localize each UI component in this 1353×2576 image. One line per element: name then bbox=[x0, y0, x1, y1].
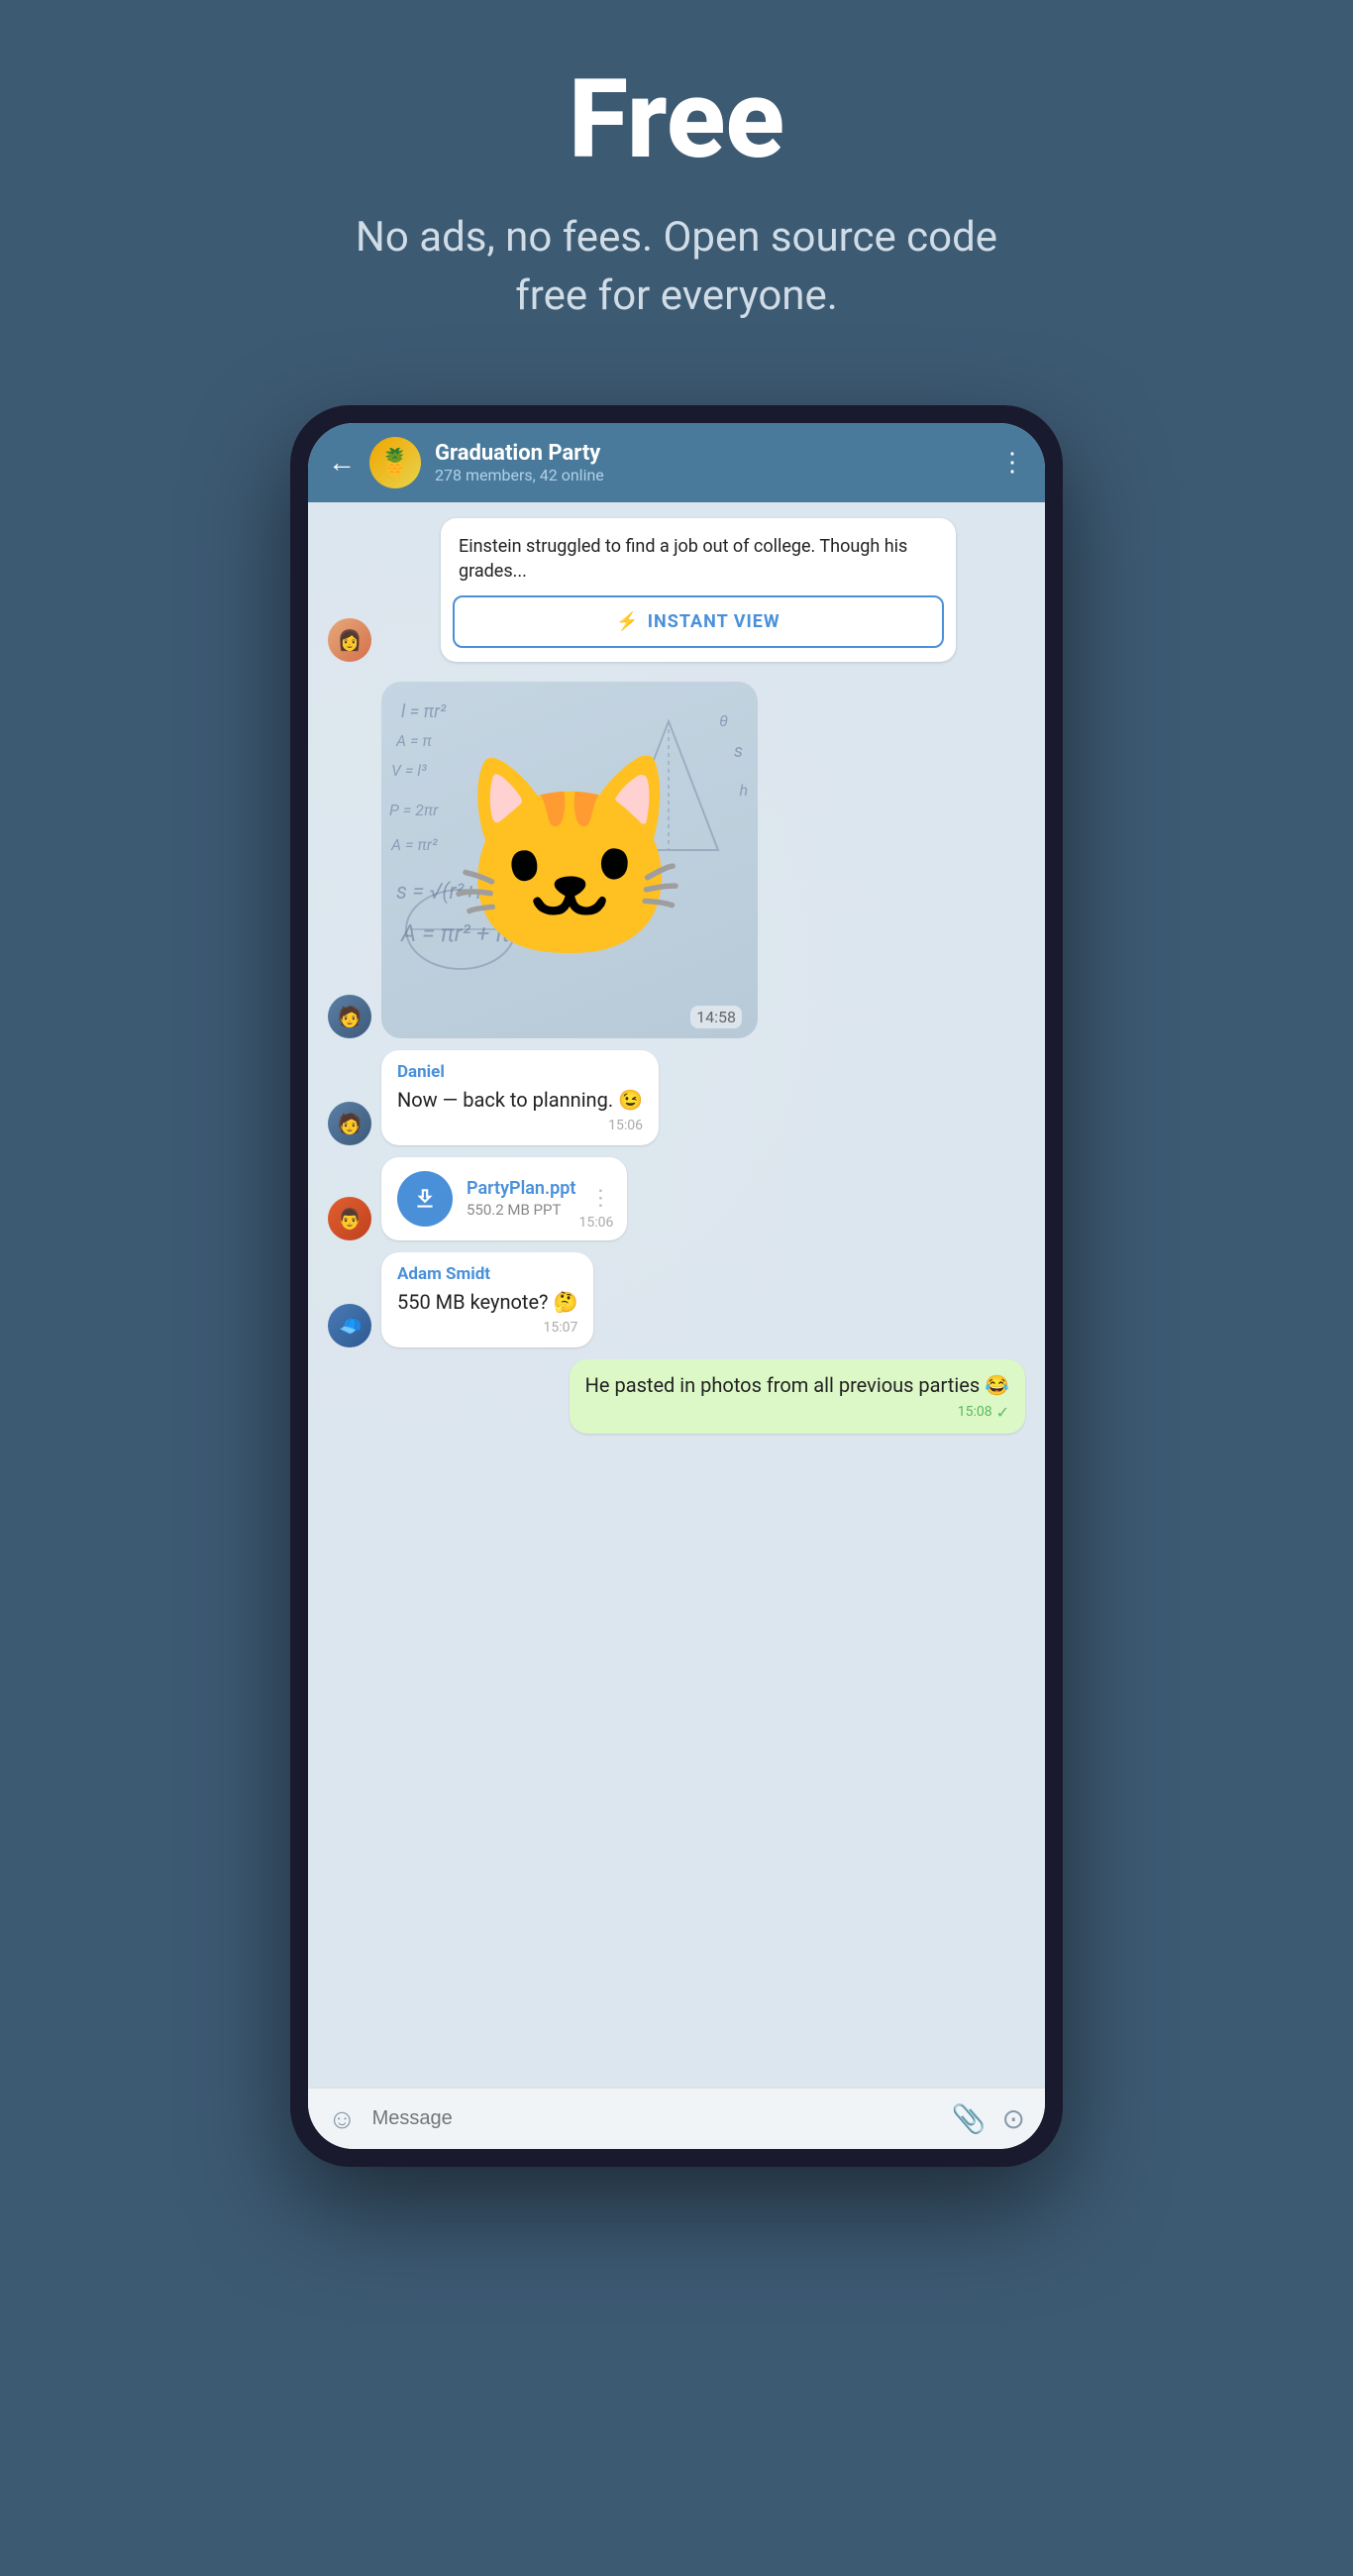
bubble-daniel: Daniel Now — back to planning. 😉 15:06 bbox=[381, 1050, 659, 1145]
emoji-button[interactable]: ☺ bbox=[328, 2102, 357, 2135]
file-bubble: PartyPlan.ppt 550.2 MB PPT ⋮ 15:06 bbox=[381, 1157, 627, 1240]
phone-inner: ← 🍍 Graduation Party 278 members, 42 onl… bbox=[308, 423, 1045, 2149]
file-size: 550.2 MB PPT bbox=[467, 1201, 575, 1219]
text-daniel: Now — back to planning. 😉 bbox=[397, 1086, 643, 1114]
bubble-adam: Adam Smidt 550 MB keynote? 🤔 15:07 bbox=[381, 1252, 593, 1347]
instant-view-label: INSTANT VIEW bbox=[648, 611, 781, 632]
camera-button[interactable]: ⊙ bbox=[1002, 2102, 1025, 2135]
article-text: Einstein struggled to find a job out of … bbox=[441, 518, 956, 595]
back-button[interactable]: ← bbox=[328, 446, 356, 479]
text-adam: 550 MB keynote? 🤔 bbox=[397, 1288, 577, 1316]
chat-body: 👩 Einstein struggled to find a job out o… bbox=[308, 502, 1045, 2088]
more-menu-button[interactable]: ⋮ bbox=[999, 448, 1025, 478]
file-more-button[interactable]: ⋮ bbox=[589, 1186, 611, 1211]
msg-row-daniel: 🧑 Daniel Now — back to planning. 😉 15:06 bbox=[328, 1050, 1025, 1145]
msg-row-own: He pasted in photos from all previous pa… bbox=[328, 1359, 1025, 1434]
chat-header: ← 🍍 Graduation Party 278 members, 42 onl… bbox=[308, 423, 1045, 502]
time-daniel: 15:06 bbox=[397, 1118, 643, 1133]
input-bar: ☺ 📎 ⊙ bbox=[308, 2088, 1045, 2149]
msg-row-file: 👨 PartyPlan.ppt 550.2 MB PPT ⋮ 15:06 bbox=[328, 1157, 1025, 1240]
time-adam: 15:07 bbox=[397, 1320, 577, 1336]
instant-view-button[interactable]: ⚡ INSTANT VIEW bbox=[453, 595, 944, 648]
avatar-girl1: 👩 bbox=[328, 618, 371, 662]
checkmark-icon: ✓ bbox=[996, 1403, 1009, 1422]
group-avatar: 🍍 bbox=[369, 437, 421, 488]
bubble-own: He pasted in photos from all previous pa… bbox=[570, 1359, 1025, 1434]
chat-meta: 278 members, 42 online bbox=[435, 466, 986, 484]
attach-button[interactable]: 📎 bbox=[952, 2102, 987, 2135]
bolt-icon: ⚡ bbox=[616, 611, 639, 632]
chat-name: Graduation Party bbox=[435, 441, 986, 466]
avatar-boy2: 👨 bbox=[328, 1197, 371, 1240]
file-name: PartyPlan.ppt bbox=[467, 1178, 575, 1199]
sender-adam: Adam Smidt bbox=[397, 1264, 577, 1284]
download-icon-circle[interactable] bbox=[397, 1171, 453, 1227]
time-own: 15:08 ✓ bbox=[585, 1403, 1009, 1422]
phone-frame: ← 🍍 Graduation Party 278 members, 42 onl… bbox=[290, 405, 1063, 2167]
msg-row-adam: 🧢 Adam Smidt 550 MB keynote? 🤔 15:07 bbox=[328, 1252, 1025, 1347]
message-input[interactable] bbox=[372, 2107, 936, 2130]
avatar-daniel: 🧑 bbox=[328, 1102, 371, 1145]
avatar-boy1: 🧑 bbox=[328, 995, 371, 1038]
file-info: PartyPlan.ppt 550.2 MB PPT bbox=[467, 1178, 575, 1219]
page-title: Free bbox=[569, 59, 784, 179]
article-bubble: Einstein struggled to find a job out of … bbox=[441, 518, 956, 662]
sticker-section: 🧑 l = πr² A = π V = l³ P = 2πr A = πr² s… bbox=[328, 682, 803, 1038]
file-time: 15:06 bbox=[579, 1215, 614, 1231]
sender-daniel: Daniel bbox=[397, 1062, 643, 1082]
avatar-adam: 🧢 bbox=[328, 1304, 371, 1347]
chat-info: Graduation Party 278 members, 42 online bbox=[435, 441, 986, 484]
page-subtitle: No ads, no fees. Open source code free f… bbox=[330, 209, 1023, 326]
sticker-background: l = πr² A = π V = l³ P = 2πr A = πr² s =… bbox=[381, 682, 758, 1038]
text-own: He pasted in photos from all previous pa… bbox=[585, 1371, 1009, 1399]
